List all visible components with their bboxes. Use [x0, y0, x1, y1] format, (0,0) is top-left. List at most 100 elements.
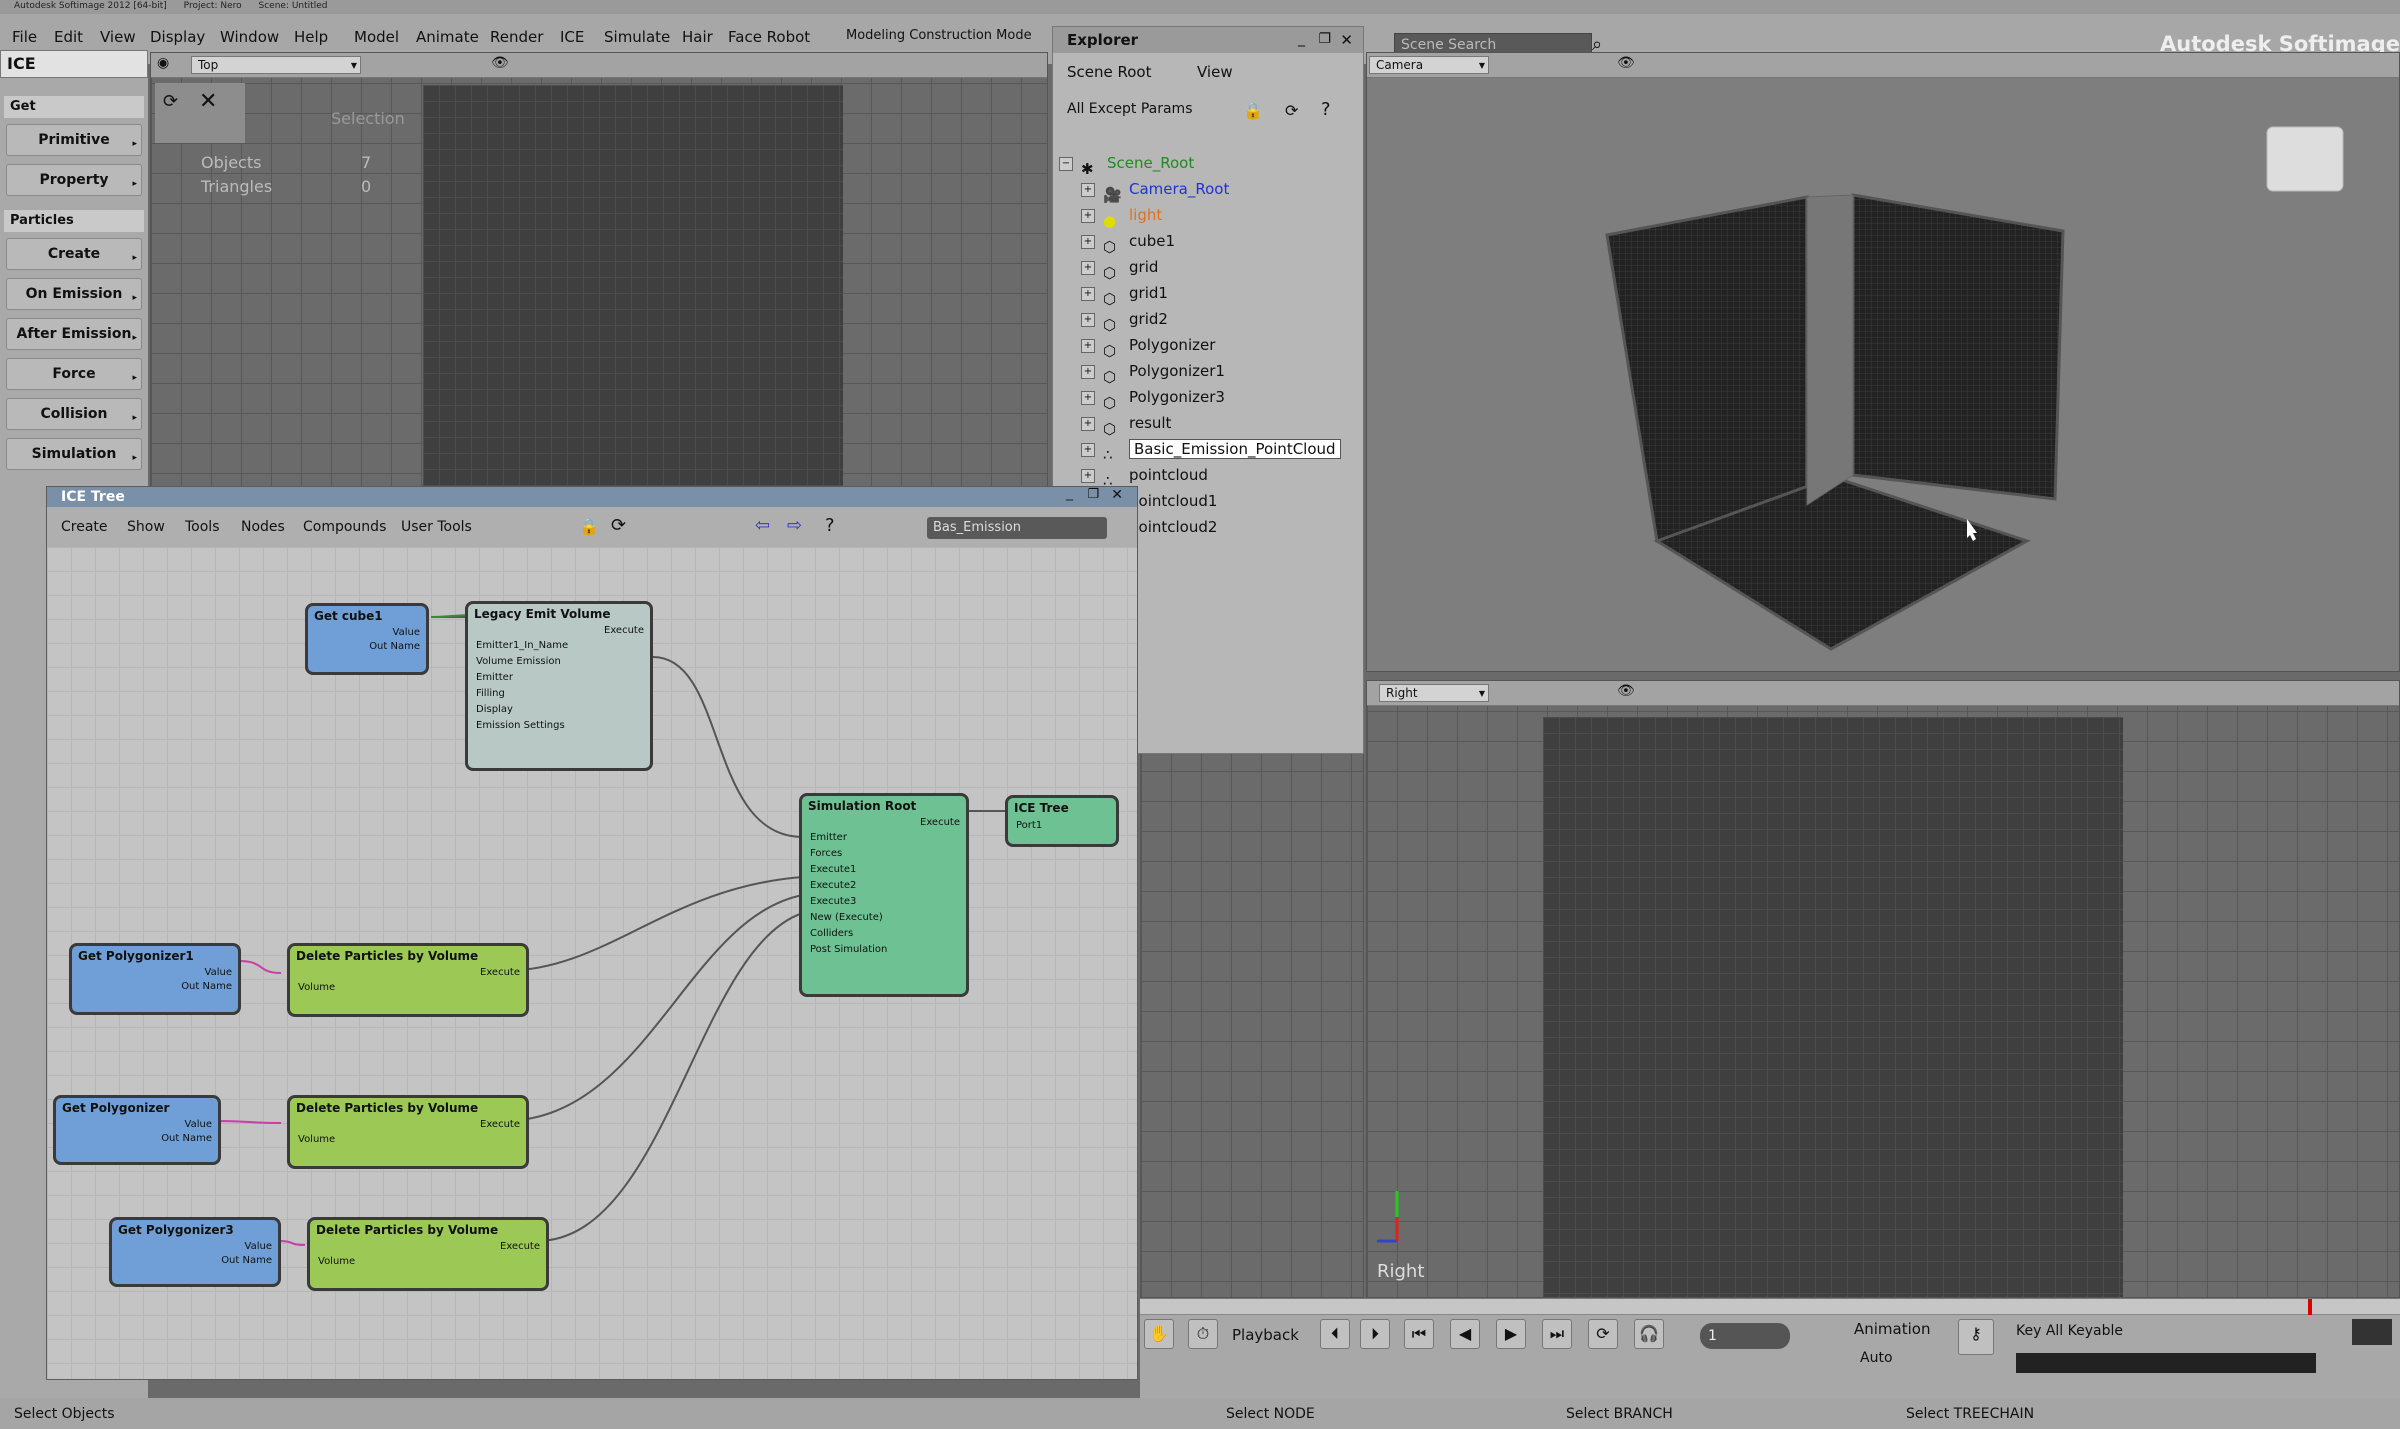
node-port[interactable]: Execute1 [802, 862, 966, 878]
tree-item-cube1[interactable]: + ⬡ cube1 [1081, 229, 1175, 256]
expand-icon[interactable]: + [1081, 260, 1095, 275]
stopwatch-icon[interactable]: ⏱ [1188, 1319, 1218, 1349]
eye-icon[interactable]: 👁 [1617, 55, 1635, 71]
node-port[interactable]: Volume [290, 1132, 526, 1148]
timeline-playhead[interactable] [2308, 1299, 2312, 1315]
tree-item-polygonizer[interactable]: + ⬡ Polygonizer [1081, 333, 1215, 360]
node-delete-particles-by-volume-3[interactable]: Delete Particles by Volume Execute Volum… [307, 1217, 549, 1291]
tree-item-light[interactable]: + ● light [1081, 203, 1162, 230]
key-icon[interactable]: ⚷ [1958, 1319, 1994, 1355]
node-get-polygonizer1[interactable]: Get Polygonizer1 Value Out Name [69, 943, 241, 1015]
expand-icon[interactable]: + [1081, 234, 1095, 249]
play-forward-icon[interactable]: ▶ [1496, 1319, 1526, 1349]
hand-icon[interactable]: ✋ [1144, 1319, 1174, 1349]
node-port[interactable]: Value [56, 1118, 218, 1132]
viewport-right-view-combo[interactable]: Right [1379, 684, 1489, 702]
sidebar-button-force[interactable]: Force [6, 358, 142, 393]
tree-item-scene-root[interactable]: − ✱ Scene_Root [1059, 151, 1194, 178]
viewport-right[interactable]: Right 👁 Right [1366, 680, 2400, 1298]
node-output-port[interactable]: Execute [310, 1240, 546, 1254]
ice-menu-compounds[interactable]: Compounds [303, 519, 386, 535]
arrow-right-icon[interactable]: ⇨ [787, 515, 802, 536]
viewport-camera[interactable]: Camera 👁 [1366, 52, 2400, 672]
refresh-icon[interactable]: ⟳ [163, 91, 178, 112]
ice-menu-user-tools[interactable]: User Tools [401, 519, 472, 535]
help-icon[interactable]: ? [1321, 99, 1331, 120]
tree-item-grid[interactable]: + ⬡ grid [1081, 255, 1158, 282]
maximize-icon[interactable]: ❐ [1318, 31, 1331, 47]
menu-edit[interactable]: Edit [54, 28, 83, 46]
node-port[interactable]: Out Name [72, 980, 238, 994]
tree-item-grid1[interactable]: + ⬡ grid1 [1081, 281, 1168, 308]
node-port[interactable]: Value [112, 1240, 278, 1254]
menu-help[interactable]: Help [294, 28, 328, 46]
node-port[interactable]: Value [72, 966, 238, 980]
expand-icon[interactable]: + [1081, 468, 1095, 483]
tree-item-camera-root[interactable]: + 🎥 Camera_Root [1081, 177, 1229, 204]
sidebar-button-create[interactable]: Create [6, 238, 142, 273]
viewport-user-bottom[interactable] [1140, 740, 1364, 1298]
node-port[interactable]: Emitter1_In_Name [468, 638, 650, 654]
sidebar-button-after-emission[interactable]: After Emission [6, 318, 142, 353]
menu-render[interactable]: Render [490, 28, 543, 46]
node-output-port[interactable]: Execute [802, 816, 966, 830]
sidebar-button-property[interactable]: Property [6, 164, 142, 199]
node-port[interactable]: Filling [468, 686, 650, 702]
node-delete-particles-by-volume-2[interactable]: Delete Particles by Volume Execute Volum… [287, 1095, 529, 1169]
node-get-polygonizer3[interactable]: Get Polygonizer3 Value Out Name [109, 1217, 281, 1287]
tree-item-grid2[interactable]: + ⬡ grid2 [1081, 307, 1168, 334]
maximize-icon[interactable]: ❐ [1087, 487, 1099, 502]
ice-menu-show[interactable]: Show [127, 519, 165, 535]
node-get-cube1[interactable]: Get cube1 Value Out Name [305, 603, 429, 675]
ice-menu-create[interactable]: Create [61, 519, 108, 535]
viewport-top[interactable]: ◉ Top 👁 ⟳ ✕ Selection Objects 7 Triangle… [150, 52, 1048, 492]
minimize-icon[interactable]: _ [1298, 31, 1305, 47]
node-ice-tree[interactable]: ICE Tree Port1 [1005, 795, 1119, 847]
refresh-icon[interactable]: ⟳ [1285, 101, 1298, 120]
node-port[interactable]: Out Name [56, 1132, 218, 1146]
ice-tree-search-input[interactable]: Bas_Emission [927, 517, 1107, 539]
loop-icon[interactable]: ⟳ [1588, 1319, 1618, 1349]
timeline-slider[interactable] [1140, 1299, 2400, 1315]
explorer-scope-menu[interactable]: Scene Root [1067, 63, 1167, 87]
close-icon[interactable]: ✕ [1111, 487, 1123, 503]
expand-icon[interactable]: + [1081, 286, 1095, 301]
tree-item-result[interactable]: + ⬡ result [1081, 411, 1171, 438]
expand-icon[interactable]: + [1081, 182, 1095, 197]
ice-menu-nodes[interactable]: Nodes [241, 519, 285, 535]
menu-face-robot[interactable]: Face Robot [728, 28, 810, 46]
expand-icon[interactable]: + [1081, 416, 1095, 431]
ice-tree-canvas[interactable]: Get cube1 Value Out Name Legacy Emit Vol… [47, 547, 1137, 1379]
menu-view[interactable]: View [100, 28, 136, 46]
node-simulation-root[interactable]: Simulation Root Execute Emitter Forces E… [799, 793, 969, 997]
current-frame-field[interactable]: 1 [1700, 1323, 1790, 1349]
sidebar-header-particles[interactable]: Particles [4, 210, 144, 232]
sidebar-button-collision[interactable]: Collision [6, 398, 142, 433]
node-port[interactable]: Emission Settings [468, 718, 650, 734]
node-port[interactable]: Post Simulation [802, 942, 966, 958]
node-port[interactable]: Volume [290, 980, 526, 996]
explorer-view-menu[interactable]: View [1197, 63, 1257, 87]
node-port[interactable]: Out Name [308, 640, 426, 654]
node-port[interactable]: New (Execute) [802, 910, 966, 926]
node-port[interactable]: Execute2 [802, 878, 966, 894]
menu-ice[interactable]: ICE [560, 28, 584, 46]
expand-icon[interactable]: + [1081, 364, 1095, 379]
node-get-polygonizer[interactable]: Get Polygonizer Value Out Name [53, 1095, 221, 1165]
minimize-icon[interactable]: _ [1066, 485, 1073, 501]
node-port[interactable]: Emitter [468, 670, 650, 686]
node-output-port[interactable]: Execute [468, 624, 650, 638]
menu-hair[interactable]: Hair [682, 28, 713, 46]
first-frame-icon[interactable]: ⏮ [1404, 1319, 1434, 1349]
tree-item-polygonizer1[interactable]: + ⬡ Polygonizer1 [1081, 359, 1225, 386]
sidebar-button-primitive[interactable]: Primitive [6, 124, 142, 159]
node-port[interactable]: Display [468, 702, 650, 718]
last-frame-icon[interactable]: ⏭ [1542, 1319, 1572, 1349]
collapse-icon[interactable]: − [1059, 156, 1073, 171]
next-key-icon[interactable]: ⏵ [1360, 1319, 1390, 1349]
close-icon[interactable]: ✕ [1340, 31, 1353, 49]
node-port[interactable]: Emitter [802, 830, 966, 846]
menu-file[interactable]: File [12, 28, 37, 46]
ice-menu-tools[interactable]: Tools [185, 519, 220, 535]
node-delete-particles-by-volume-1[interactable]: Delete Particles by Volume Execute Volum… [287, 943, 529, 1017]
